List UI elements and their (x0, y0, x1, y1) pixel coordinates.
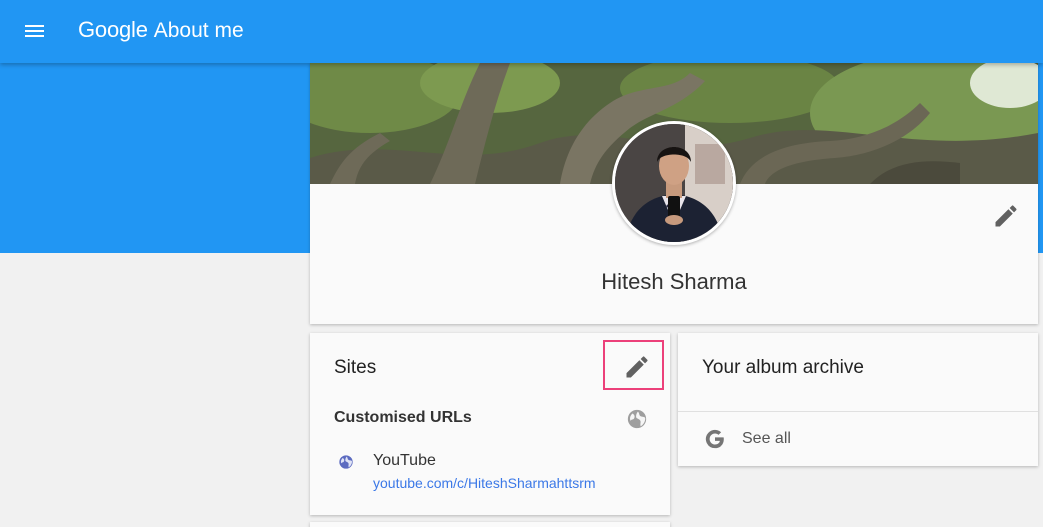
album-archive-card: Your album archive See all (678, 333, 1038, 466)
profile-avatar[interactable] (612, 121, 736, 245)
site-link-url[interactable]: youtube.com/c/HiteshSharmahttsrm (373, 475, 596, 491)
sites-title: Sites (334, 357, 377, 378)
see-all-label: See all (742, 430, 791, 447)
app-bar: Google About me (0, 0, 1043, 63)
sites-card: Sites Customised URLs YouTube youtube.co… (310, 333, 670, 515)
edit-sites-icon[interactable] (623, 353, 651, 381)
menu-icon[interactable] (20, 19, 50, 45)
brand-google: Google (78, 17, 148, 42)
see-all-button[interactable]: See all (678, 412, 1038, 466)
next-card-edge (310, 522, 670, 527)
app-brand[interactable]: Google About me (78, 17, 244, 43)
google-g-icon (704, 428, 726, 450)
site-globe-icon (338, 454, 354, 470)
edit-profile-icon[interactable] (992, 202, 1020, 230)
site-link-name: YouTube (373, 452, 436, 469)
profile-name: Hitesh Sharma (601, 269, 747, 294)
brand-product: About me (153, 19, 244, 42)
album-title: Your album archive (702, 357, 864, 378)
visibility-globe-icon[interactable] (626, 408, 648, 430)
profile-card: Hitesh Sharma (310, 63, 1038, 324)
customised-urls-title: Customised URLs (334, 409, 472, 426)
